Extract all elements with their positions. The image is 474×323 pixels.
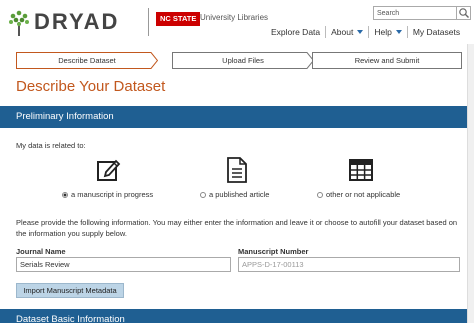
instructions-text: Please provide the following information… [16,218,458,238]
edit-icon [97,159,121,181]
progress-steps: Describe Dataset Upload Files Review and… [16,52,462,69]
table-icon [349,159,373,181]
step-describe-dataset[interactable]: Describe Dataset [16,52,158,69]
document-icon [227,157,247,183]
step-label: Review and Submit [354,56,420,65]
dryad-tree-logo-icon[interactable] [8,8,30,36]
search-input[interactable]: Search [373,6,457,20]
manuscript-number-label: Manuscript Number [238,247,309,256]
choice-label: a manuscript in progress [71,190,154,199]
nav-explore-data-label: Explore Data [271,27,321,37]
radio-button-checked[interactable] [62,191,68,198]
radio-button[interactable] [317,191,323,198]
related-to-label: My data is related to: [16,141,86,150]
search-button[interactable] [457,6,471,20]
nav-explore-data[interactable]: Explore Data [266,26,327,38]
journal-name-label: Journal Name [16,247,66,256]
step-upload-files[interactable]: Upload Files [172,52,314,69]
journal-name-input[interactable]: Serials Review [16,257,231,272]
page-title: Describe Your Dataset [16,78,166,95]
step-label: Upload Files [222,56,264,65]
choice-label: other or not applicable [326,190,401,199]
import-manuscript-metadata-button[interactable]: Import Manuscript Metadata [16,283,124,298]
radio-button[interactable] [200,191,206,198]
vertical-scrollbar[interactable] [467,44,474,323]
nav-my-datasets-label: My Datasets [412,27,461,37]
ncstate-badge[interactable]: NC STATE [156,12,201,26]
manuscript-number-input[interactable]: APPS-D-17-00113 [238,257,460,272]
chevron-down-icon [357,30,364,34]
nav-about-label: About [331,27,354,37]
chevron-down-icon [395,30,402,34]
choice-published-article[interactable]: a published article [200,190,269,199]
nav-help-label: Help [374,27,392,37]
nav-about[interactable]: About [326,26,370,38]
choice-other-not-applicable[interactable]: other or not applicable [317,190,400,199]
choice-manuscript-in-progress[interactable]: a manuscript in progress [62,190,153,199]
main-nav: Explore Data About Help My Datasets [266,26,460,38]
preliminary-information-heading: Preliminary Information [0,106,474,128]
search-icon [459,8,469,18]
dryad-logo-text[interactable]: DRYAD [34,8,119,36]
choice-label: a published article [209,190,270,199]
university-libraries-text[interactable]: University Libraries [200,13,268,23]
step-review-and-submit[interactable]: Review and Submit [312,52,462,69]
step-label: Describe Dataset [58,56,116,65]
nav-help[interactable]: Help [369,26,408,38]
site-header: DRYAD NC STATE University Libraries Sear… [0,0,474,44]
nav-my-datasets[interactable]: My Datasets [408,26,460,38]
dataset-basic-information-heading: Dataset Basic Information [0,309,474,323]
logo-divider [148,8,149,36]
